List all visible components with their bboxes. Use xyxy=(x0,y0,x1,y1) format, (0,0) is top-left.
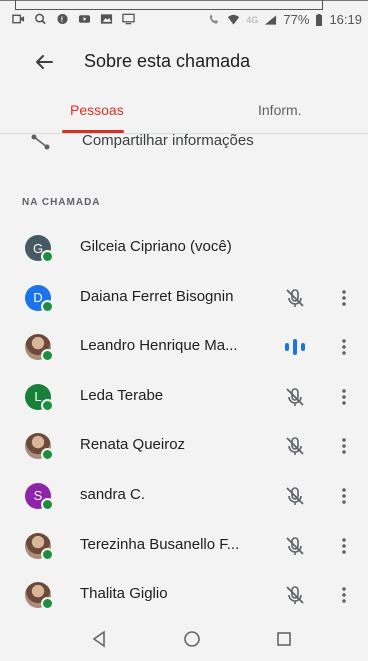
circle-home-icon[interactable] xyxy=(180,627,204,651)
online-status-dot xyxy=(41,349,54,363)
wifi-icon xyxy=(228,14,240,25)
mic-off-icon[interactable] xyxy=(284,535,306,557)
avatar xyxy=(25,532,54,561)
tab-bar: Pessoas Inform. xyxy=(0,92,368,134)
search-notification-icon xyxy=(35,13,46,25)
status-notifications: f xyxy=(12,13,135,25)
share-info-label: Compartilhar informações xyxy=(82,132,254,149)
online-status-dot xyxy=(41,448,54,462)
more-vert-icon[interactable] xyxy=(337,336,351,358)
mic-off-icon[interactable] xyxy=(284,435,306,457)
online-status-dot xyxy=(41,398,54,412)
avatar: L xyxy=(25,383,54,412)
video-notification-icon xyxy=(12,14,25,24)
more-vert-icon[interactable] xyxy=(337,287,351,309)
triangle-back-icon[interactable] xyxy=(88,627,112,651)
share-icon xyxy=(31,134,50,150)
avatar: S xyxy=(25,482,54,511)
participants-list: G Gilceia Cipriano (você) D Daiana Ferret B… xyxy=(0,223,368,620)
gallery-notification-icon xyxy=(100,14,113,24)
more-vert-icon[interactable] xyxy=(337,485,351,507)
share-info-item[interactable]: Compartilhar informações xyxy=(30,132,330,152)
square-recents-icon[interactable] xyxy=(272,627,296,651)
page-title: Sobre esta chamada xyxy=(84,51,251,71)
tab-pessoas[interactable]: Pessoas xyxy=(70,102,124,118)
more-vert-icon[interactable] xyxy=(337,535,351,557)
arrow-left-icon[interactable] xyxy=(30,48,58,76)
app-header: Sobre esta chamada xyxy=(0,38,368,88)
avatar: D xyxy=(25,284,54,313)
more-vert-icon[interactable] xyxy=(337,435,351,457)
participant-name: Leda Terabe xyxy=(80,386,164,404)
participant-row[interactable]: Leandro Henrique Ma... xyxy=(0,322,368,372)
participant-row[interactable]: Renata Queiroz xyxy=(0,421,368,471)
mic-off-icon[interactable] xyxy=(284,584,306,606)
mic-off-icon[interactable] xyxy=(284,485,306,507)
online-status-dot xyxy=(41,299,54,313)
audio-level-icon xyxy=(282,336,308,358)
online-status-dot xyxy=(41,497,54,511)
signal-icon xyxy=(265,14,277,25)
online-status-dot xyxy=(41,250,54,263)
section-header-in-call: NA CHAMADA xyxy=(22,197,101,208)
online-status-dot xyxy=(41,547,54,561)
participant-name: Gilceia Cipriano (você) xyxy=(80,238,232,255)
participant-name: Terezinha Busanello F... xyxy=(80,535,240,553)
screen-notch-frame xyxy=(15,0,323,10)
participant-name: Leandro Henrique Ma... xyxy=(80,337,238,355)
participant-row[interactable]: Terezinha Busanello F... xyxy=(0,521,368,571)
participant-row[interactable]: Thalita Giglio xyxy=(0,570,368,620)
online-status-dot xyxy=(41,597,54,611)
participant-row[interactable]: Ssandra C. xyxy=(0,471,368,521)
participant-row[interactable]: D Daiana Ferret Bisognin xyxy=(0,273,368,323)
more-vert-icon[interactable] xyxy=(337,386,351,408)
tab-inform[interactable]: Inform. xyxy=(258,102,302,118)
participant-name: Thalita Giglio xyxy=(80,585,168,603)
clock: 16:19 xyxy=(329,12,362,27)
avatar: G xyxy=(25,235,54,263)
battery-icon xyxy=(316,13,323,26)
participant-name: Renata Queiroz xyxy=(80,436,186,454)
network-type-label: 4G xyxy=(246,14,259,25)
mic-off-icon[interactable] xyxy=(284,287,306,309)
facebook-notification-icon: f xyxy=(57,13,68,24)
wifi-call-icon xyxy=(210,13,219,24)
participant-name: sandra C. xyxy=(80,485,146,503)
youtube-notification-icon xyxy=(78,15,91,23)
tv-notification-icon xyxy=(122,13,135,25)
android-nav-bar xyxy=(0,617,368,661)
avatar xyxy=(25,433,54,462)
status-bar: f 4G 77% 16:19 xyxy=(0,10,368,32)
battery-percent: 77% xyxy=(283,12,310,27)
status-system: 4G 77% 16:19 xyxy=(208,12,362,27)
avatar xyxy=(25,582,54,611)
participant-row[interactable]: L Leda Terabe xyxy=(0,372,368,422)
participant-name: Daiana Ferret Bisognin xyxy=(80,287,234,305)
avatar xyxy=(25,334,54,363)
mic-off-icon[interactable] xyxy=(284,386,306,408)
more-vert-icon[interactable] xyxy=(337,584,351,606)
participant-row[interactable]: G Gilceia Cipriano (você) xyxy=(0,223,368,273)
